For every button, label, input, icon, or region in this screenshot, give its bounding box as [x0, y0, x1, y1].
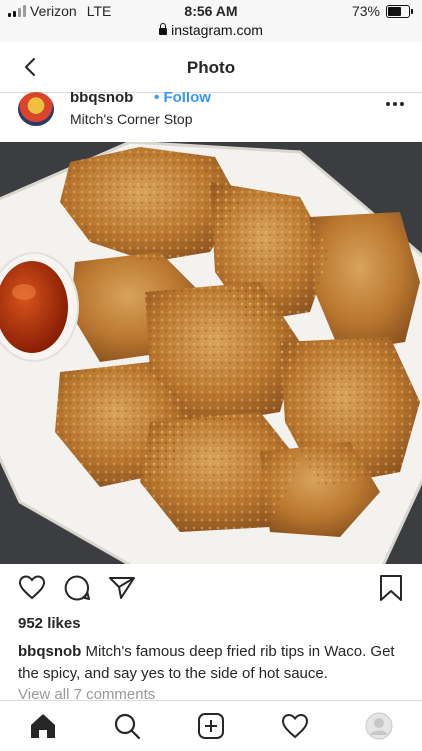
avatar[interactable]	[18, 92, 54, 126]
url-bar[interactable]: instagram.com	[0, 22, 422, 42]
post-header: bbqsnob • Follow Mitch's Corner Stop	[0, 92, 422, 142]
new-post-icon[interactable]	[196, 711, 226, 741]
share-icon[interactable]	[108, 574, 136, 602]
activity-icon[interactable]	[280, 711, 310, 741]
lock-icon	[159, 23, 168, 35]
bookmark-icon[interactable]	[378, 574, 404, 602]
url-text: instagram.com	[171, 22, 263, 38]
profile-icon[interactable]	[364, 711, 394, 741]
caption-username[interactable]: bbqsnob	[18, 643, 81, 660]
status-bar: Verizon LTE 8:56 AM 73%	[0, 0, 422, 22]
comment-icon[interactable]	[63, 574, 91, 602]
follow-separator: •	[154, 92, 160, 106]
page-title: Photo	[186, 58, 236, 77]
fried-rib-tips-image	[0, 142, 422, 564]
heart-icon[interactable]	[18, 574, 46, 602]
more-options-icon[interactable]	[386, 102, 404, 106]
post-username[interactable]: bbqsnob	[70, 92, 133, 106]
battery-info: 73%	[351, 3, 413, 19]
follow-button[interactable]: • Follow	[154, 92, 211, 106]
battery-percent: 73%	[351, 3, 380, 19]
post-caption: bbqsnob Mitch's famous deep fried rib ti…	[18, 641, 408, 685]
follow-label: Follow	[163, 92, 211, 106]
search-icon[interactable]	[112, 711, 142, 741]
home-icon[interactable]	[28, 711, 58, 741]
likes-count[interactable]: 952 likes	[18, 615, 81, 632]
post-actions	[0, 572, 422, 610]
nav-bar: Photo	[0, 42, 422, 93]
bottom-tab-bar	[0, 700, 422, 751]
post-photo[interactable]	[0, 142, 422, 564]
battery-icon	[386, 4, 413, 18]
post-location[interactable]: Mitch's Corner Stop	[70, 111, 193, 127]
